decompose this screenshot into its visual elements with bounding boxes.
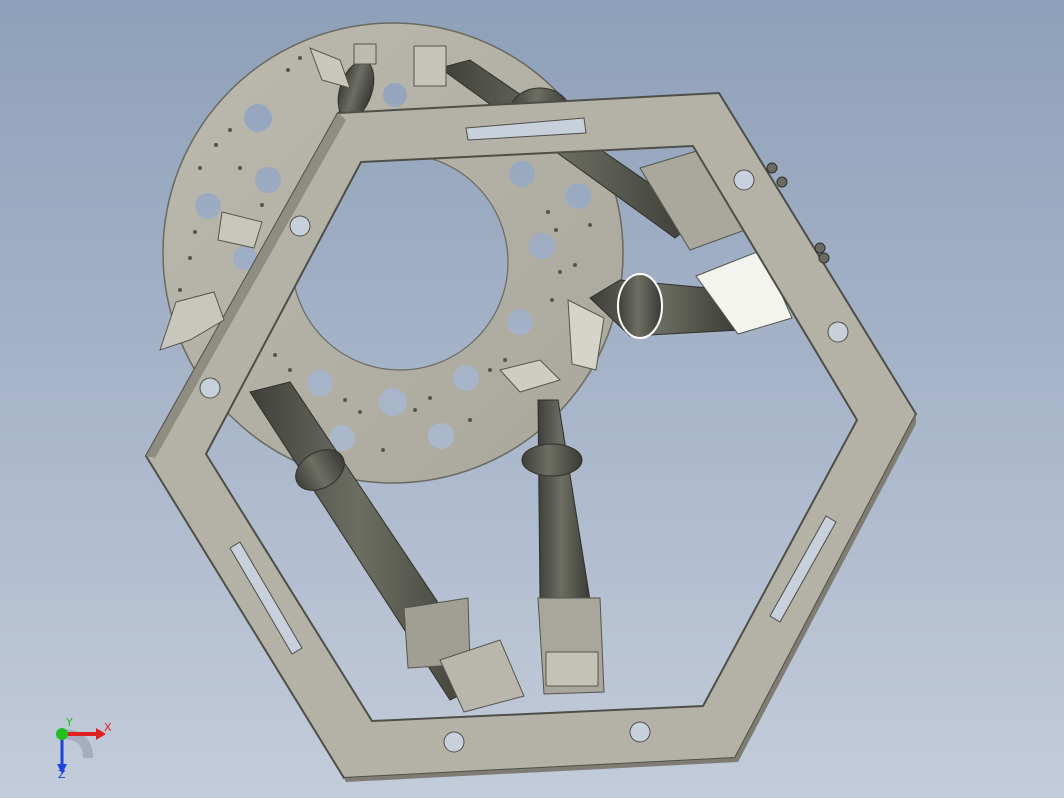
stewart-platform-model[interactable] — [0, 0, 1064, 798]
axis-triad: X Y Z — [56, 716, 112, 781]
y-axis-label: Y — [65, 716, 73, 729]
x-axis-label: X — [104, 721, 112, 734]
y-axis-dot — [56, 728, 68, 740]
cad-3d-viewport[interactable]: X Y Z — [0, 0, 1064, 798]
z-axis-label: Z — [58, 768, 66, 781]
